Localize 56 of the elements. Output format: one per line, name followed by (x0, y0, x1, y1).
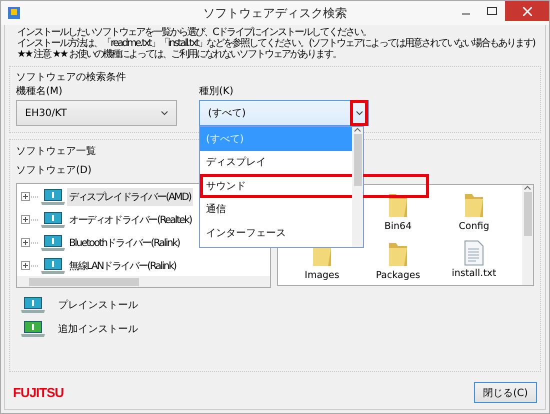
laptop-icon (40, 256, 66, 274)
added-install-icon (20, 320, 46, 338)
tree-line (31, 196, 39, 198)
folder-icon (387, 240, 409, 268)
tree-line (31, 218, 39, 220)
instruction-text: インストール方法は、「readme.txt」「install.txt」などを参照してください。(ソフトウェアによっては用意されていない場合もあります) (16, 38, 535, 49)
tree-item[interactable]: ディスプレイドライバー(AMD) (67, 188, 193, 206)
text-file-icon (464, 240, 484, 266)
group-title: ソフトウェアの検索条件 (16, 70, 127, 84)
instruction-text: インストールしたいソフトウェアを一覧から選び、Cドライブにインストールしてください。 (16, 27, 371, 38)
tree-line (31, 242, 39, 244)
scrollbar[interactable] (522, 185, 533, 285)
expand-icon[interactable] (21, 215, 30, 224)
tree-item[interactable]: オーディオドライバー(Realtek) (67, 210, 194, 228)
horizontal-scrollbar[interactable] (17, 276, 270, 287)
tree-item[interactable]: 無線LANドライバー(Ralink) (67, 256, 178, 274)
dropdown-option[interactable]: サウンド (200, 174, 429, 198)
expand-icon[interactable] (21, 192, 30, 201)
laptop-icon (40, 188, 66, 206)
dropdown-option[interactable]: 通信 (200, 198, 352, 221)
maximize-icon (487, 7, 497, 15)
app-icon (7, 6, 21, 20)
scroll-up-icon (524, 185, 531, 190)
instruction-text: ★★ 注意 ★★ お使いの機種によっては、ご利用になれないソフトウェアがあります。 (16, 49, 341, 60)
scrollbar[interactable] (352, 127, 363, 247)
folder-icon (463, 191, 485, 219)
type-dropdown[interactable]: (すべて) (199, 100, 369, 126)
brand-logo: FUJITSU (13, 385, 64, 400)
minimize-icon (462, 13, 470, 15)
legend-label: プレインストール (58, 298, 138, 312)
file-name: Images (304, 270, 340, 281)
close-button[interactable] (505, 1, 549, 21)
expand-icon[interactable] (21, 238, 30, 247)
chevron-icon (160, 110, 168, 116)
tree-item[interactable]: Bluetoothドライバー(Ralink) (67, 234, 182, 252)
field-label: ソフトウェア(D) (16, 164, 93, 177)
field-label: 機種名(M) (16, 84, 64, 98)
window-title: ソフトウェアディスク検索 (203, 4, 347, 22)
file-name: Bin64 (384, 221, 412, 232)
model-dropdown[interactable]: EH30/KT (16, 100, 177, 126)
dropdown-option[interactable]: インターフェース (200, 221, 352, 244)
field-label: 種別(K) (199, 85, 234, 98)
close-icon (522, 6, 532, 16)
group-title: ソフトウェア一覧 (16, 145, 97, 158)
legend-label: 追加インストール (58, 322, 138, 336)
laptop-icon (40, 234, 66, 252)
file-name: Packages (376, 270, 420, 281)
tree-line (31, 264, 39, 266)
close-dialog-button[interactable]: 閉じる(C) (474, 382, 537, 403)
file-name: install.txt (452, 268, 496, 279)
scroll-up-icon (354, 127, 361, 132)
preinstall-icon (20, 296, 46, 314)
dropdown-option[interactable]: ディスプレイ (200, 150, 352, 174)
file-name: Config (458, 221, 490, 232)
expand-icon[interactable] (21, 261, 30, 270)
laptop-icon (40, 210, 66, 228)
